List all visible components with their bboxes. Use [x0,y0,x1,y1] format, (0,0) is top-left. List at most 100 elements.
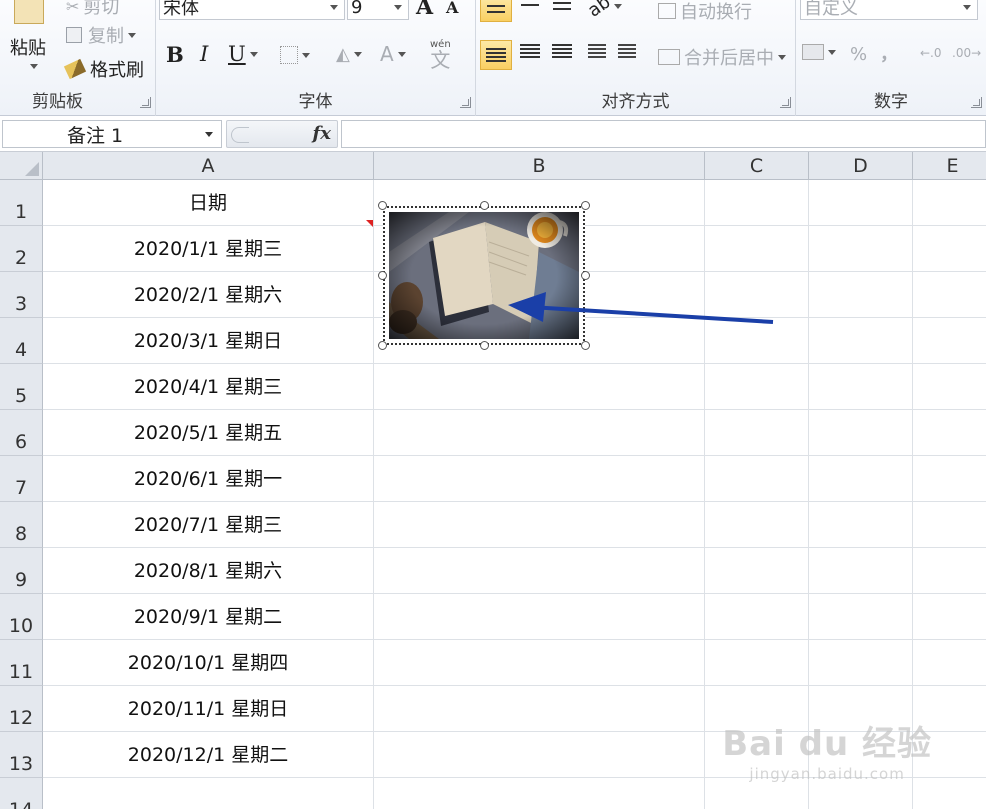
underline-button[interactable]: U [228,42,258,66]
inserted-picture[interactable] [378,201,590,350]
cell-b7[interactable] [374,456,705,502]
cell-c7[interactable] [705,456,809,502]
row-header-6[interactable]: 6 [0,410,43,456]
column-header-b[interactable]: B [374,152,705,180]
row-header-4[interactable]: 4 [0,318,43,364]
column-header-c[interactable]: C [705,152,809,180]
cell-a4[interactable]: 2020/3/1 星期日 [43,318,374,364]
cell-c2[interactable] [705,226,809,272]
italic-button[interactable]: I [200,42,208,66]
cell-e7[interactable] [913,456,986,502]
cell-b6[interactable] [374,410,705,456]
resize-handle-top-left[interactable] [378,201,387,210]
row-header-5[interactable]: 5 [0,364,43,410]
formula-input[interactable] [341,120,986,148]
cell-d11[interactable] [809,640,913,686]
cell-b5[interactable] [374,364,705,410]
align-bottom-button[interactable] [548,2,576,10]
row-header-2[interactable]: 2 [0,226,43,272]
cell-d9[interactable] [809,548,913,594]
cell-e9[interactable] [913,548,986,594]
cell-b13[interactable] [374,732,705,778]
shrink-font-button[interactable]: A [446,0,458,17]
orientation-dropdown-icon[interactable] [614,4,623,9]
column-header-d[interactable]: D [809,152,913,180]
cell-c5[interactable] [705,364,809,410]
cell-a10[interactable]: 2020/9/1 星期二 [43,594,374,640]
row-header-11[interactable]: 11 [0,640,43,686]
resize-handle-top-right[interactable] [581,201,590,210]
cell-a13[interactable]: 2020/12/1 星期二 [43,732,374,778]
accounting-dropdown-icon[interactable] [828,49,836,55]
grow-font-button[interactable]: A [416,0,433,20]
align-top-button[interactable] [480,0,512,22]
cell-d8[interactable] [809,502,913,548]
align-left-button[interactable] [480,40,512,70]
border-button[interactable] [280,46,310,64]
percent-button[interactable]: % [850,44,867,65]
cell-c10[interactable] [705,594,809,640]
font-name-combo[interactable]: 宋体 [159,0,345,20]
name-box[interactable]: 备注 1 [2,120,222,148]
wrap-text-button[interactable]: 自动换行 [658,0,752,24]
cell-c8[interactable] [705,502,809,548]
cell-e1[interactable] [913,180,986,226]
cell-c4[interactable] [705,318,809,364]
cell-e2[interactable] [913,226,986,272]
align-middle-button[interactable] [516,0,544,6]
cell-a11[interactable]: 2020/10/1 星期四 [43,640,374,686]
fill-color-button[interactable]: ◭ [336,44,362,65]
cell-a14[interactable] [43,778,374,809]
cell-a5[interactable]: 2020/4/1 星期三 [43,364,374,410]
cell-c6[interactable] [705,410,809,456]
cell-c9[interactable] [705,548,809,594]
cell-c11[interactable] [705,640,809,686]
comment-indicator-icon[interactable] [366,220,373,227]
cell-a9[interactable]: 2020/8/1 星期六 [43,548,374,594]
underline-dropdown-icon[interactable] [249,51,258,57]
resize-handle-bottom[interactable] [480,341,489,350]
phonetic-button[interactable]: wén 文 [430,40,451,71]
cell-e5[interactable] [913,364,986,410]
comma-button[interactable]: ， [880,40,898,66]
cell-b8[interactable] [374,502,705,548]
cell-d3[interactable] [809,272,913,318]
clipboard-dialog-launcher-icon[interactable] [140,97,151,108]
cell-e10[interactable] [913,594,986,640]
column-header-e[interactable]: E [913,152,986,180]
number-dialog-launcher-icon[interactable] [971,97,982,108]
font-size-combo[interactable]: 9 [347,0,409,20]
format-painter-button[interactable]: 格式刷 [63,56,144,82]
row-header-3[interactable]: 3 [0,272,43,318]
cell-c3[interactable] [705,272,809,318]
resize-handle-left[interactable] [378,271,387,280]
font-dialog-launcher-icon[interactable] [460,97,471,108]
cell-b10[interactable] [374,594,705,640]
row-header-13[interactable]: 13 [0,732,43,778]
column-header-a[interactable]: A [43,152,374,180]
cell-d6[interactable] [809,410,913,456]
merge-center-dropdown-icon[interactable] [778,54,786,60]
cell-b11[interactable] [374,640,705,686]
number-format-dropdown-icon[interactable] [963,5,971,10]
cell-d5[interactable] [809,364,913,410]
cell-b9[interactable] [374,548,705,594]
cell-b12[interactable] [374,686,705,732]
cell-e8[interactable] [913,502,986,548]
resize-handle-bottom-right[interactable] [581,341,590,350]
insert-function-icon[interactable]: fx [313,123,331,144]
resize-handle-right[interactable] [581,271,590,280]
row-header-10[interactable]: 10 [0,594,43,640]
cell-d4[interactable] [809,318,913,364]
cell-d7[interactable] [809,456,913,502]
cell-e11[interactable] [913,640,986,686]
cell-d10[interactable] [809,594,913,640]
cut-button[interactable]: ✂ 剪切 [66,0,119,19]
cell-b14[interactable] [374,778,705,809]
alignment-dialog-launcher-icon[interactable] [780,97,791,108]
font-color-button[interactable]: A [380,42,406,66]
select-all-corner[interactable] [0,152,43,180]
cell-d2[interactable] [809,226,913,272]
row-header-14[interactable]: 14 [0,778,43,809]
increase-decimal-button[interactable]: ←.0 [920,46,942,60]
